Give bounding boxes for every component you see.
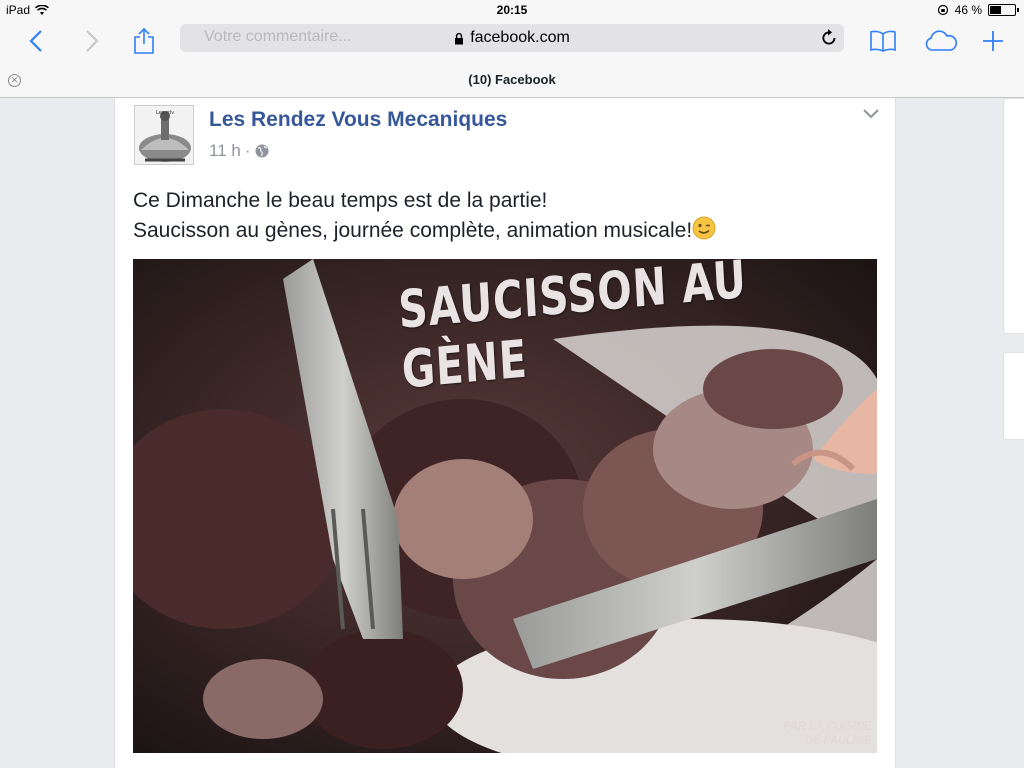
- new-tab-icon: [983, 31, 1003, 51]
- back-icon: [29, 30, 42, 52]
- page-name-link[interactable]: Les Rendez Vous Mecaniques: [209, 108, 507, 132]
- tab-strip: ✕ (10) Facebook: [0, 64, 1024, 98]
- post-photo[interactable]: SAUCISSON AU GÈNE PAR LA CUISINE DE PAUL…: [133, 259, 877, 753]
- sidebar-card-1[interactable]: [1003, 98, 1024, 334]
- post-timestamp[interactable]: 11 h: [209, 141, 241, 161]
- photo-credit: PAR LA CUISINE DE PAULINE: [783, 719, 871, 747]
- reload-button[interactable]: [820, 27, 838, 52]
- tab-title[interactable]: (10) Facebook: [0, 72, 1024, 87]
- avatar-logo: Les rdv: [135, 106, 193, 164]
- browser-toolbar: Votre commentaire... facebook.com: [0, 20, 1024, 64]
- lock-icon: [455, 32, 464, 44]
- post-card: Les rdv Les Rendez Vous Mecaniques 11 h …: [114, 98, 896, 768]
- post-meta: 11 h ·: [209, 141, 269, 161]
- reload-icon: [822, 29, 836, 45]
- orientation-lock-icon: [937, 4, 948, 16]
- photo-credit-line-2: DE PAULINE: [804, 732, 871, 747]
- comment-ghost-text: Votre commentaire...: [204, 28, 352, 45]
- icloud-tabs-button[interactable]: [922, 24, 960, 58]
- forward-icon: [86, 30, 99, 52]
- battery-icon: [988, 4, 1019, 16]
- clock: 20:15: [496, 3, 528, 17]
- globe-icon: [255, 144, 268, 158]
- forward-button[interactable]: [80, 24, 104, 58]
- share-button[interactable]: [132, 24, 156, 58]
- chevron-down-icon: [863, 109, 879, 119]
- post-message: Ce Dimanche le beau temps est de la part…: [133, 186, 716, 246]
- meta-separator: ·: [244, 141, 251, 160]
- new-tab-button[interactable]: [980, 24, 1006, 58]
- bookmarks-button[interactable]: [868, 24, 898, 58]
- bookmarks-icon: [870, 30, 896, 52]
- post-line-2: Saucisson au gènes, journée complète, an…: [133, 219, 693, 242]
- post-line-2-wrapper: Saucisson au gènes, journée complète, an…: [133, 216, 716, 246]
- page-avatar[interactable]: Les rdv: [134, 105, 194, 165]
- status-bar: iPad 20:15 46 %: [0, 0, 1024, 20]
- wink-emoji-icon: [692, 216, 716, 240]
- back-button[interactable]: [24, 24, 48, 58]
- svg-text:Les rdv: Les rdv: [156, 110, 174, 116]
- photo-credit-line-1: PAR LA CUISINE: [783, 718, 871, 733]
- address-bar[interactable]: Votre commentaire... facebook.com: [180, 24, 844, 52]
- post-line-1: Ce Dimanche le beau temps est de la part…: [133, 189, 548, 212]
- sidebar-card-2[interactable]: [1003, 352, 1024, 440]
- icloud-tabs-icon: [925, 30, 958, 51]
- share-icon: [134, 27, 154, 54]
- url-text: facebook.com: [470, 29, 570, 46]
- battery-percent: 46 %: [954, 3, 982, 17]
- post-options-button[interactable]: [863, 106, 879, 124]
